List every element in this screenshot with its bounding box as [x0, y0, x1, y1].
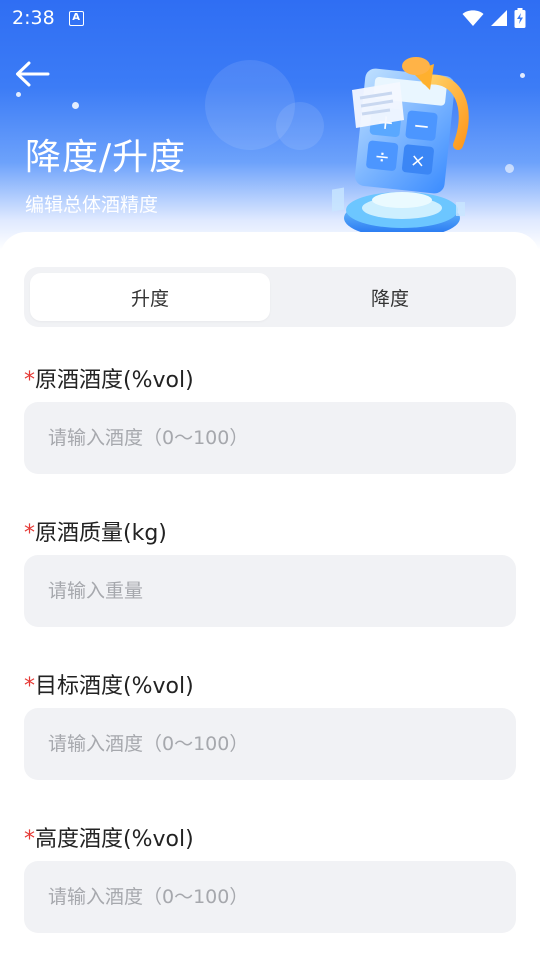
back-button[interactable] — [10, 54, 54, 94]
arrow-left-icon — [16, 61, 50, 87]
notification-icon: A — [68, 10, 84, 26]
page-subtitle: 编辑总体酒精度 — [25, 194, 159, 216]
required-mark: * — [24, 674, 35, 699]
field-label-text: 高度酒度(%vol) — [35, 827, 194, 852]
wifi-icon — [462, 10, 484, 26]
status-time: 2:38 — [12, 7, 55, 29]
field-label-text: 原酒酒度(%vol) — [35, 368, 194, 393]
original-weight-input[interactable] — [24, 555, 516, 627]
decor-dot — [72, 102, 79, 109]
svg-text:−: − — [412, 113, 431, 139]
svg-text:÷: ÷ — [373, 146, 390, 168]
field-label-original-weight: *原酒质量(kg) — [24, 515, 167, 547]
mode-tabs: 升度 降度 — [24, 267, 516, 327]
field-label-original-abv: *原酒酒度(%vol) — [24, 362, 194, 394]
status-bar: 2:38 A — [0, 0, 540, 36]
required-mark: * — [24, 827, 35, 852]
calculator-illustration: + − ÷ × — [332, 57, 469, 238]
high-abv-input[interactable] — [24, 861, 516, 933]
field-label-high-abv: *高度酒度(%vol) — [24, 821, 194, 853]
original-abv-input[interactable] — [24, 402, 516, 474]
decor-bubble — [276, 102, 324, 150]
required-mark: * — [24, 521, 35, 546]
required-mark: * — [24, 368, 35, 393]
tab-raise[interactable]: 升度 — [30, 273, 270, 321]
form-card: 升度 降度 *原酒酒度(%vol) *原酒质量(kg) *目标酒度(%vol) … — [0, 232, 540, 960]
field-label-text: 目标酒度(%vol) — [35, 674, 194, 699]
page-title: 降度/升度 — [25, 137, 187, 178]
tab-lower[interactable]: 降度 — [270, 273, 510, 321]
field-label-text: 原酒质量(kg) — [35, 521, 167, 546]
field-label-target-abv: *目标酒度(%vol) — [24, 668, 194, 700]
target-abv-input[interactable] — [24, 708, 516, 780]
svg-text:×: × — [409, 150, 426, 172]
battery-charging-icon — [514, 8, 526, 28]
cellular-signal-icon — [491, 10, 507, 26]
status-icons — [462, 8, 526, 28]
decor-dot — [520, 73, 525, 78]
